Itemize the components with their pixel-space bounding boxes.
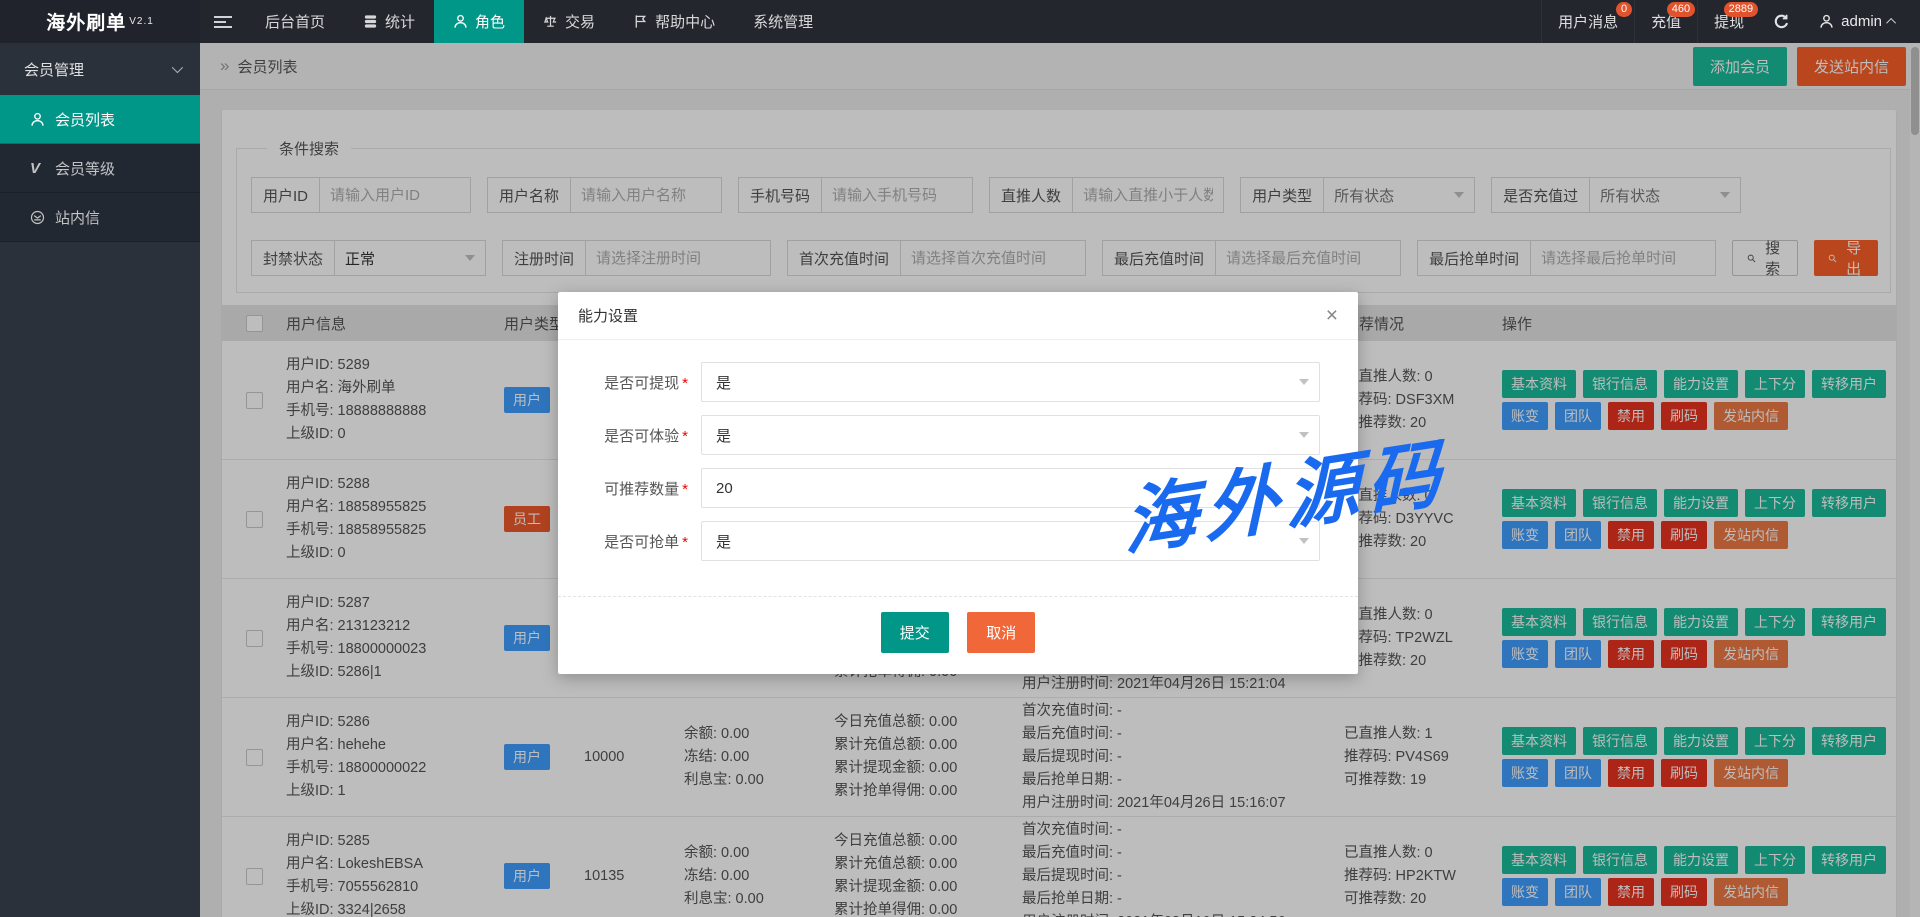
- field-label: 是否可抢单*: [584, 531, 688, 552]
- recharge-badge: 460: [1667, 2, 1695, 17]
- user-icon: [453, 14, 468, 29]
- user-message-button[interactable]: 用户消息0: [1541, 0, 1634, 43]
- sidebar-item-member-list[interactable]: 会员列表: [0, 95, 200, 144]
- sidebar: 会员管理 会员列表 V 会员等级 站内信: [0, 43, 200, 917]
- modal-footer: 提交 取消: [558, 597, 1358, 674]
- submit-button[interactable]: 提交: [881, 612, 949, 653]
- nav-item-roles[interactable]: 角色: [434, 0, 524, 43]
- nav-item-help[interactable]: 帮助中心: [614, 0, 734, 43]
- can-withdraw-select[interactable]: 是: [701, 362, 1320, 402]
- modal-field-can-withdraw: 是否可提现* 是: [584, 362, 1320, 402]
- sidebar-item-label: 站内信: [55, 207, 100, 228]
- input-value: 20: [716, 480, 733, 497]
- refresh-icon[interactable]: [1760, 0, 1803, 43]
- admin-name: admin: [1841, 13, 1882, 30]
- withdraw-badge: 2889: [1724, 2, 1758, 17]
- cancel-button[interactable]: 取消: [967, 612, 1035, 653]
- sidebar-section-label: 会员管理: [24, 59, 84, 80]
- nav-item-home[interactable]: 后台首页: [246, 0, 344, 43]
- caret-down-icon: [1299, 432, 1309, 443]
- nav-item-trade[interactable]: 交易: [524, 0, 614, 43]
- modal-header: 能力设置 ×: [558, 292, 1358, 340]
- topbar-right: 用户消息0 充值460 提现2889 admin: [1541, 0, 1920, 43]
- admin-menu[interactable]: admin: [1803, 0, 1906, 43]
- app-logo: 海外刷单V2.1: [0, 0, 200, 43]
- select-value: 是: [716, 372, 731, 393]
- caret-down-icon: [1299, 379, 1309, 390]
- nav-label: 统计: [385, 11, 415, 32]
- modal-field-can-trial: 是否可体验* 是: [584, 415, 1320, 455]
- ability-settings-modal: 能力设置 × 是否可提现* 是 是否可体验* 是 可推荐数量* 20 是否可抢单…: [558, 292, 1358, 674]
- nav-label: 角色: [475, 11, 505, 32]
- admin-user-icon: [1819, 14, 1834, 29]
- select-value: 是: [716, 531, 731, 552]
- topbar: 海外刷单V2.1 后台首页 统计 角色 交易 帮助中心 系统管理 用户消息0 充…: [0, 0, 1920, 43]
- sidebar-item-member-level[interactable]: V 会员等级: [0, 144, 200, 193]
- required-asterisk: *: [682, 428, 688, 445]
- chevron-down-icon: [172, 62, 183, 73]
- mail-icon: [30, 210, 45, 225]
- nav-label: 帮助中心: [655, 11, 715, 32]
- recharge-button[interactable]: 充值460: [1634, 0, 1697, 43]
- member-list-icon: [30, 112, 45, 127]
- field-label: 是否可提现*: [584, 372, 688, 393]
- member-level-icon: V: [30, 160, 45, 177]
- caret-down-icon: [1299, 538, 1309, 549]
- field-label: 可推荐数量*: [584, 478, 688, 499]
- app-title: 海外刷单: [46, 8, 126, 35]
- can-grab-order-select[interactable]: 是: [701, 521, 1320, 561]
- nav-label: 后台首页: [265, 11, 325, 32]
- close-icon[interactable]: ×: [1326, 305, 1338, 326]
- nav-item-system[interactable]: 系统管理: [734, 0, 832, 43]
- app-version: V2.1: [129, 16, 154, 27]
- flag-icon: [633, 14, 648, 29]
- withdraw-button[interactable]: 提现2889: [1697, 0, 1760, 43]
- sidebar-section-member-management[interactable]: 会员管理: [0, 43, 200, 95]
- caret-up-icon: [1886, 18, 1896, 28]
- nav-item-stats[interactable]: 统计: [344, 0, 434, 43]
- modal-field-can-grab-order: 是否可抢单* 是: [584, 521, 1320, 561]
- required-asterisk: *: [682, 534, 688, 551]
- select-value: 是: [716, 425, 731, 446]
- user-message-badge: 0: [1616, 2, 1632, 17]
- scales-icon: [543, 14, 558, 29]
- nav-label: 系统管理: [753, 11, 813, 32]
- user-message-label: 用户消息: [1558, 11, 1618, 32]
- can-trial-select[interactable]: 是: [701, 415, 1320, 455]
- nav-label: 交易: [565, 11, 595, 32]
- sidebar-item-site-message[interactable]: 站内信: [0, 193, 200, 242]
- required-asterisk: *: [682, 481, 688, 498]
- modal-body: 是否可提现* 是 是否可体验* 是 可推荐数量* 20 是否可抢单* 是: [558, 340, 1358, 578]
- database-icon: [363, 14, 378, 29]
- required-asterisk: *: [682, 375, 688, 392]
- sidebar-item-label: 会员列表: [55, 109, 115, 130]
- sidebar-item-label: 会员等级: [55, 158, 115, 179]
- top-nav: 后台首页 统计 角色 交易 帮助中心 系统管理: [246, 0, 832, 43]
- menu-toggle-icon[interactable]: [200, 0, 246, 43]
- modal-title: 能力设置: [578, 305, 638, 326]
- field-label: 是否可体验*: [584, 425, 688, 446]
- referral-quota-input[interactable]: 20: [701, 468, 1320, 508]
- modal-field-referral-quota: 可推荐数量* 20: [584, 468, 1320, 508]
